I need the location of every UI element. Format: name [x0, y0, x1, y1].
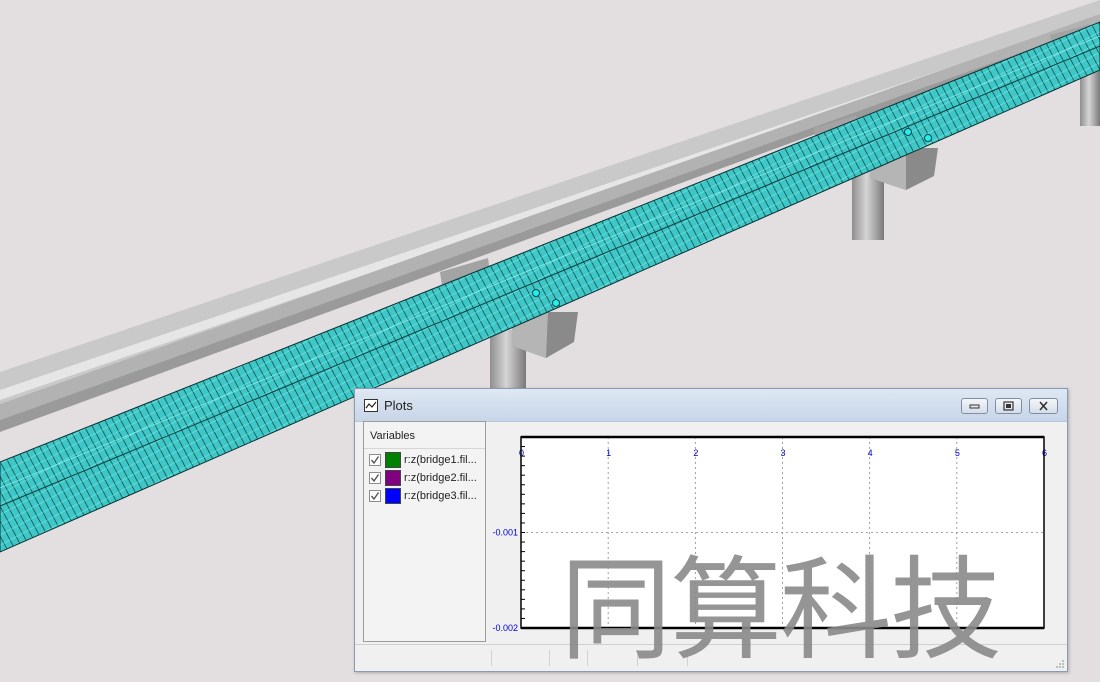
resize-grip-icon[interactable]: [1055, 659, 1065, 669]
variable-label: r:z(bridge3.fil...: [404, 490, 477, 502]
close-icon: [1039, 401, 1048, 411]
x-tick-label: 2: [693, 448, 698, 458]
checkmark-icon: [370, 474, 380, 483]
color-swatch[interactable]: [385, 488, 401, 504]
x-tick-label: 1: [606, 448, 611, 458]
guard-rail: [0, 0, 1100, 432]
window-title: Plots: [384, 398, 413, 413]
minimize-icon: [969, 404, 980, 409]
plots-window[interactable]: Plots Variables r:z(bridge1.fil... r:z(b…: [354, 388, 1068, 672]
plot-chart[interactable]: 0 1 2 3 4 5 6-0.001-0.002: [487, 429, 1057, 634]
maximize-button[interactable]: [995, 398, 1022, 414]
color-swatch[interactable]: [385, 452, 401, 468]
plot-icon: [364, 399, 378, 412]
status-separator: [687, 650, 688, 666]
x-tick-label: 4: [868, 448, 873, 458]
status-separator: [637, 650, 638, 666]
variable-checkbox[interactable]: [369, 490, 381, 502]
variables-panel: Variables r:z(bridge1.fil... r:z(bridge2…: [363, 421, 486, 642]
variable-checkbox[interactable]: [369, 454, 381, 466]
divider: [364, 448, 485, 449]
x-tick-label: 3: [781, 448, 786, 458]
variable-row[interactable]: r:z(bridge1.fil...: [369, 452, 485, 470]
checkmark-icon: [370, 492, 380, 501]
status-separator: [491, 650, 492, 666]
y-tick-label: -0.001: [492, 528, 518, 538]
close-button[interactable]: [1029, 398, 1058, 414]
checkmark-icon: [370, 456, 380, 465]
status-separator: [549, 650, 550, 666]
x-tick-label: 5: [955, 448, 960, 458]
variable-row[interactable]: r:z(bridge2.fil...: [369, 470, 485, 488]
y-tick-label: -0.002: [492, 623, 518, 633]
minimize-button[interactable]: [961, 398, 988, 414]
variable-row[interactable]: r:z(bridge3.fil...: [369, 488, 485, 506]
window-titlebar[interactable]: Plots: [355, 389, 1067, 422]
variable-label: r:z(bridge2.fil...: [404, 472, 477, 484]
variable-label: r:z(bridge1.fil...: [404, 454, 477, 466]
variable-checkbox[interactable]: [369, 472, 381, 484]
status-bar: [355, 644, 1067, 671]
status-separator: [587, 650, 588, 666]
color-swatch[interactable]: [385, 470, 401, 486]
variables-header: Variables: [370, 430, 416, 442]
maximize-icon: [1003, 401, 1014, 411]
